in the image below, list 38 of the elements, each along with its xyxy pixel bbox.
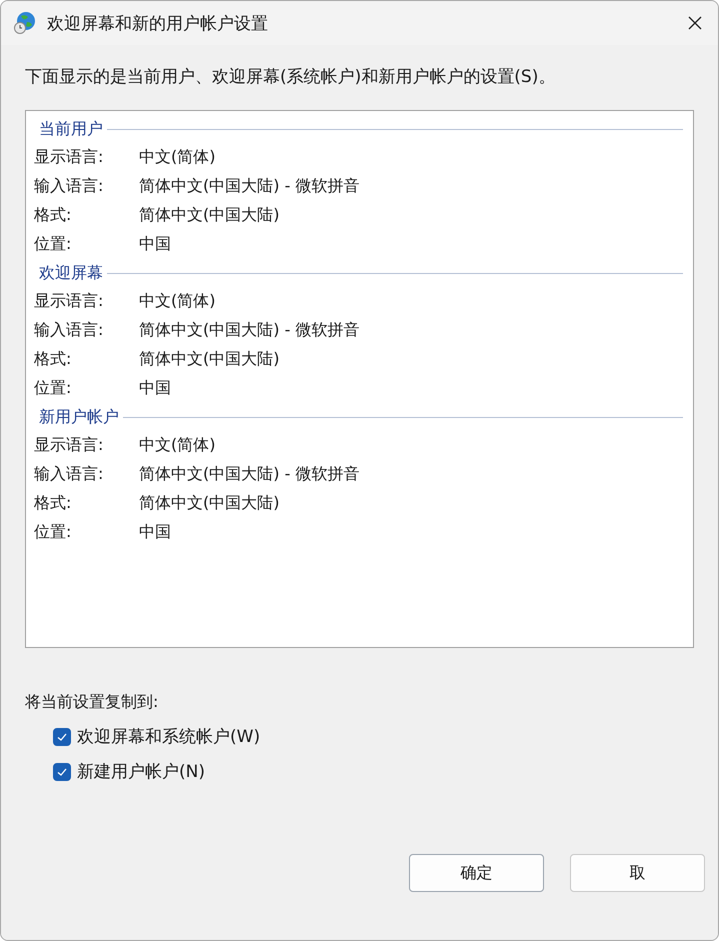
setting-label: 位置:: [34, 234, 72, 255]
cancel-button[interactable]: 取: [570, 854, 705, 892]
window-title: 欢迎屏幕和新的用户帐户设置: [47, 12, 269, 34]
setting-value: 中文(简体): [139, 147, 216, 168]
setting-label: 格式:: [34, 349, 72, 370]
setting-value: 中文(简体): [139, 435, 216, 456]
setting-value: 简体中文(中国大陆) - 微软拼音: [139, 320, 360, 341]
checkbox-label: 欢迎屏幕和系统帐户(W): [77, 726, 260, 748]
setting-value: 简体中文(中国大陆) - 微软拼音: [139, 464, 360, 485]
setting-label: 输入语言:: [34, 176, 104, 197]
section-heading: 当前用户: [39, 118, 103, 140]
close-icon: [688, 16, 702, 30]
setting-value: 简体中文(中国大陆) - 微软拼音: [139, 176, 360, 197]
setting-label: 显示语言:: [34, 147, 104, 168]
setting-label: 输入语言:: [34, 320, 104, 341]
setting-label: 位置:: [34, 522, 72, 543]
setting-label: 输入语言:: [34, 464, 104, 485]
setting-value: 中文(简体): [139, 291, 216, 312]
copy-label: 将当前设置复制到:: [25, 692, 160, 713]
setting-label: 格式:: [34, 493, 72, 514]
ok-button[interactable]: 确定: [409, 854, 544, 892]
checkbox[interactable]: [53, 762, 71, 780]
setting-value: 简体中文(中国大陆): [139, 349, 280, 370]
setting-value: 简体中文(中国大陆): [139, 205, 280, 226]
setting-label: 显示语言:: [34, 291, 104, 312]
section-heading: 欢迎屏幕: [39, 262, 103, 284]
setting-value: 中国: [139, 234, 171, 255]
setting-value: 中国: [139, 378, 171, 399]
description-text: 下面显示的是当前用户、欢迎屏幕(系统帐户)和新用户帐户的设置(S)。: [25, 66, 556, 88]
section-heading: 新用户帐户: [39, 406, 119, 428]
globe-icon: [13, 11, 37, 35]
setting-value: 简体中文(中国大陆): [139, 493, 280, 514]
setting-label: 位置:: [34, 378, 72, 399]
setting-value: 中国: [139, 522, 171, 543]
setting-label: 格式:: [34, 205, 72, 226]
checkbox[interactable]: [53, 728, 71, 746]
checkbox-label: 新建用户帐户(N): [77, 761, 205, 783]
setting-label: 显示语言:: [34, 435, 104, 456]
